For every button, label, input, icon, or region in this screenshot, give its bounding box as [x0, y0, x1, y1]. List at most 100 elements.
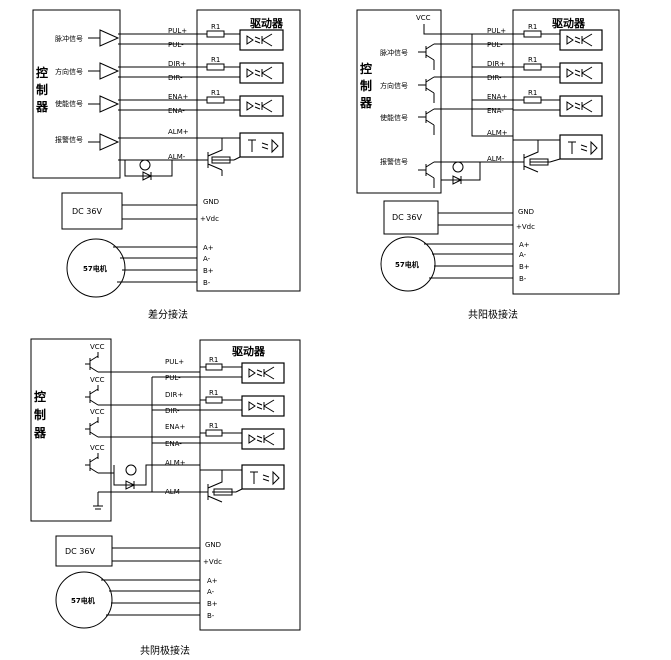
motor-label: 57电机	[395, 260, 419, 269]
pin-dir-minus: DIR-	[487, 74, 502, 82]
driver-title: 驱动器	[232, 344, 266, 358]
controller-label-1: 控	[34, 389, 46, 404]
pin-alm-minus: ALM-	[165, 488, 183, 496]
phase-b-minus: B-	[519, 275, 527, 283]
driver-title: 驱动器	[552, 16, 586, 30]
pin-ena-plus: ENA+	[168, 93, 188, 101]
pin-pul-plus: PUL+	[168, 27, 187, 35]
signal-label-alarm: 报警信号	[55, 135, 83, 144]
signal-label-ena: 使能信号	[380, 113, 408, 122]
resistor-label: R1	[528, 89, 537, 97]
signal-label-pulse: 脉冲信号	[380, 48, 408, 57]
lamp-icon	[139, 159, 151, 171]
resistor-label: R1	[528, 23, 537, 31]
pin-alm-minus: ALM-	[168, 153, 186, 161]
motor-wires	[101, 579, 200, 616]
resistor-label: R1	[211, 23, 220, 31]
pin-pul-minus: PUL-	[168, 41, 184, 49]
pin-pul-plus: PUL+	[487, 27, 506, 35]
controller-label-3: 器	[33, 426, 47, 440]
pin-pul-plus: PUL+	[165, 358, 184, 366]
resistor-label: R1	[528, 56, 537, 64]
pin-ena-minus: ENA-	[487, 107, 504, 115]
diagram-caption: 共阴极接法	[140, 644, 190, 657]
power-wires	[112, 547, 200, 562]
wiring-diagrams: 控 制 器 脉冲信号 方向信号 使能信号 报警信号 PUL+ PUL- DIR+…	[30, 9, 620, 657]
power-supply-label: DC 36V	[392, 213, 422, 222]
vcc-label: VCC	[90, 376, 105, 384]
diagram-differential: 控 制 器 脉冲信号 方向信号 使能信号 报警信号 PUL+ PUL- DIR+…	[32, 9, 301, 321]
controller-label-3: 器	[359, 96, 373, 110]
pin-ena-plus: ENA+	[165, 423, 185, 431]
controller-label-3: 器	[35, 100, 49, 114]
signal-wires	[98, 371, 200, 493]
pin-dir-minus: DIR-	[168, 74, 183, 82]
controller-label-1: 控	[360, 61, 372, 76]
motor-wires	[424, 243, 513, 279]
controller-label-2: 制	[34, 407, 46, 422]
pin-alm-plus: ALM+	[168, 128, 189, 136]
power-wires	[438, 212, 513, 226]
phase-a-minus: A-	[203, 255, 211, 263]
phase-a-plus: A+	[207, 577, 218, 585]
pin-alm-plus: ALM+	[165, 459, 186, 467]
pin-ena-minus: ENA-	[168, 107, 185, 115]
resistor-label: R1	[209, 389, 218, 397]
controller-label-2: 制	[36, 82, 48, 97]
vcc-label: VCC	[416, 14, 431, 22]
phase-b-plus: B+	[519, 263, 530, 271]
gnd-label: GND	[205, 541, 221, 549]
pin-pul-minus: PUL-	[487, 41, 503, 49]
vdc-label: +Vdc	[203, 558, 222, 566]
diagram-caption: 差分接法	[148, 308, 188, 321]
power-wires	[122, 204, 197, 220]
motor-label: 57电机	[71, 596, 95, 605]
power-supply-label: DC 36V	[65, 547, 95, 556]
phase-a-minus: A-	[519, 251, 527, 259]
lamp-icon	[452, 161, 464, 173]
vdc-label: +Vdc	[516, 223, 535, 231]
vdc-label: +Vdc	[200, 215, 219, 223]
diagram-common-cathode: 控 制 器 VCC VCC VCC VCC PUL+ PUL- DIR+ DIR…	[30, 338, 301, 657]
vcc-label: VCC	[90, 343, 105, 351]
resistor-label: R1	[211, 89, 220, 97]
gnd-label: GND	[518, 208, 534, 216]
controller-label-2: 制	[360, 78, 372, 93]
power-supply-label: DC 36V	[72, 207, 102, 216]
diagram-common-anode: 控 制 器 VCC 脉冲信号 方向信号 使能信号 报警信号 PUL+ PUL- …	[356, 9, 620, 321]
signal-label-pulse: 脉冲信号	[55, 34, 83, 43]
pin-alm-minus: ALM-	[487, 155, 505, 163]
diagram-caption: 共阳极接法	[468, 308, 518, 321]
phase-b-plus: B+	[203, 267, 214, 275]
vcc-label: VCC	[90, 444, 105, 452]
lamp-icon	[125, 464, 137, 476]
controller-label-1: 控	[36, 65, 48, 80]
pin-alm-plus: ALM+	[487, 129, 508, 137]
resistor-label: R1	[209, 422, 218, 430]
pin-dir-plus: DIR+	[168, 60, 186, 68]
pin-ena-minus: ENA-	[165, 440, 182, 448]
signal-label-ena: 使能信号	[55, 99, 83, 108]
vcc-label: VCC	[90, 408, 105, 416]
motor-wires	[113, 246, 197, 283]
phase-a-plus: A+	[519, 241, 530, 249]
pin-dir-plus: DIR+	[487, 60, 505, 68]
signal-label-dir: 方向信号	[55, 67, 83, 76]
phase-b-plus: B+	[207, 600, 218, 608]
phase-a-plus: A+	[203, 244, 214, 252]
pin-dir-plus: DIR+	[165, 391, 183, 399]
pin-ena-plus: ENA+	[487, 93, 507, 101]
motor-label: 57电机	[83, 264, 107, 273]
signal-label-alarm: 报警信号	[380, 157, 408, 166]
driver-title: 驱动器	[250, 16, 284, 30]
driver-box	[512, 9, 620, 295]
resistor-label: R1	[211, 56, 220, 64]
phase-a-minus: A-	[207, 588, 215, 596]
pin-pul-minus: PUL-	[165, 374, 181, 382]
gnd-label: GND	[203, 198, 219, 206]
signal-label-dir: 方向信号	[380, 81, 408, 90]
phase-b-minus: B-	[207, 612, 215, 620]
phase-b-minus: B-	[203, 279, 211, 287]
resistor-label: R1	[209, 356, 218, 364]
pin-dir-minus: DIR-	[165, 407, 180, 415]
